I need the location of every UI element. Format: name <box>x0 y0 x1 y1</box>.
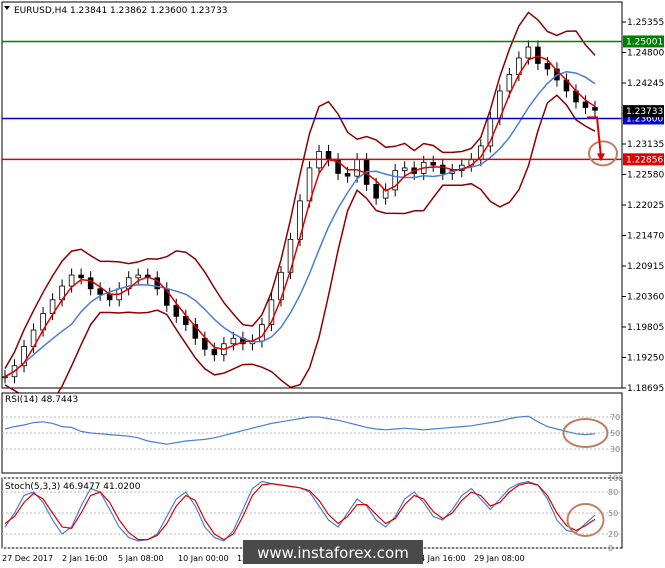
y-tick-label: 1.23135 <box>627 140 664 150</box>
stoch-level-label: 0 <box>608 544 613 553</box>
candle-body <box>344 173 351 177</box>
price-axis: 1.253551.248001.242451.236901.231351.225… <box>622 18 664 394</box>
candle-body <box>544 63 551 70</box>
rsi-level-label: 30 <box>610 445 620 454</box>
y-tick-label: 1.24800 <box>627 49 664 59</box>
candle-body <box>373 183 379 199</box>
rsi-panel: 70 50 30 <box>1 392 623 474</box>
candle-body <box>173 304 180 317</box>
candle-body <box>325 151 332 161</box>
x-tick-label: 29 Jan 08:00 <box>474 554 525 563</box>
candle-body <box>2 376 8 379</box>
candle-body <box>97 288 103 295</box>
chart-canvas: 70 50 30 100 80 50 20 0 1.25355 1.24800 1.24245 1… <box>1 1 664 564</box>
y-tick-label: 1.22025 <box>627 201 664 211</box>
candle-body <box>525 46 532 59</box>
x-tick-label: 4 Jan 16:00 <box>420 554 466 563</box>
y-tick-label: 1.21470 <box>627 232 664 242</box>
candle-body <box>506 74 513 92</box>
candle-body <box>354 159 360 177</box>
stoch-level-label: 20 <box>608 530 618 539</box>
chart-title: EURUSD,H4 1.23841 1.23862 1.23600 1.2373… <box>14 6 227 16</box>
candle-body <box>68 274 75 287</box>
candle-body <box>106 293 113 301</box>
candle-body <box>135 274 142 279</box>
candle-body <box>535 46 541 64</box>
y-tick-label: 1.24245 <box>627 79 664 89</box>
candle-body <box>430 162 437 166</box>
x-tick-label: 2 Jan 16:00 <box>62 554 108 563</box>
y-tick-label: 1.25355 <box>627 18 664 28</box>
main-price-panel <box>1 1 623 403</box>
x-tick-label: 10 Jan 00:00 <box>178 554 229 563</box>
watermark-banner: www.instaforex.com <box>243 540 423 564</box>
watermark-text: www.instaforex.com <box>257 544 409 562</box>
y-tick-label: 1.20360 <box>627 293 664 303</box>
level-label: 1.22856 <box>626 155 663 165</box>
rsi-title: RSI(14) 48.7443 <box>5 395 78 405</box>
rsi-level-label: 70 <box>610 413 620 422</box>
x-tick-label: 27 Dec 2017 <box>2 554 53 563</box>
candle-body <box>87 277 94 290</box>
stoch-level-label: 50 <box>608 509 618 518</box>
candle-body <box>78 274 84 279</box>
candle-body <box>401 167 408 172</box>
stoch-title: Stoch(5,3,3) 46.9477 41.0200 <box>5 482 141 492</box>
y-tick-label: 1.20915 <box>627 262 664 272</box>
candle-body <box>582 101 589 108</box>
rsi-level-label: 50 <box>610 429 620 438</box>
y-tick-label: 1.19805 <box>627 323 664 333</box>
level-label: 1.25001 <box>626 37 663 47</box>
y-tick-label: 1.22580 <box>627 171 664 181</box>
price-label: 1.23733 <box>626 107 663 117</box>
candle-body <box>230 337 237 345</box>
stoch-level-label: 80 <box>608 488 618 497</box>
candle-body <box>211 348 218 356</box>
x-tick-label: 5 Jan 08:00 <box>118 554 164 563</box>
candle-body <box>592 107 598 111</box>
y-tick-label: 1.18695 <box>627 384 664 394</box>
stoch-level-label: 100 <box>608 474 623 483</box>
y-tick-label: 1.19250 <box>627 354 664 364</box>
